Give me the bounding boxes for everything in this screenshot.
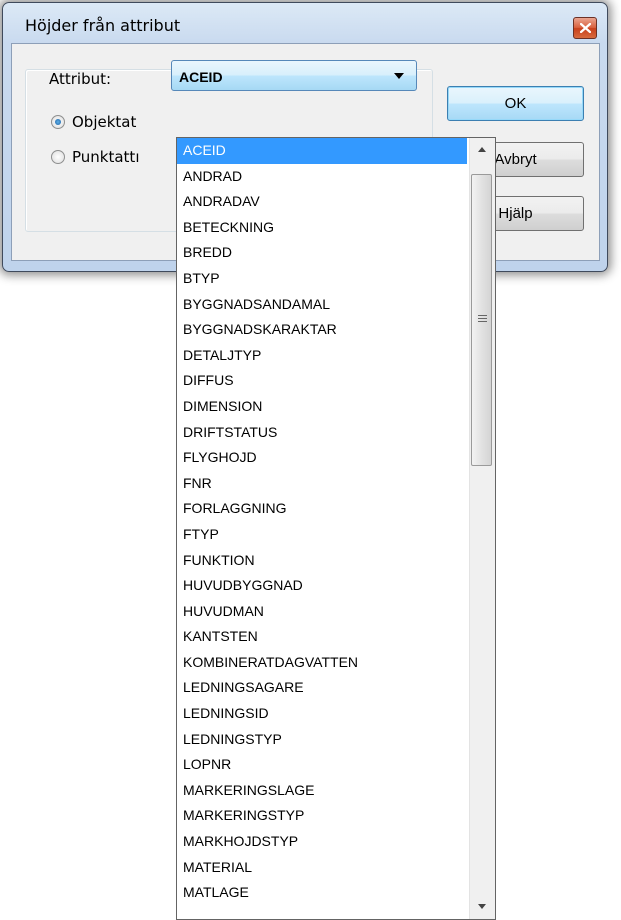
list-item[interactable]: DRIFTSTATUS	[177, 420, 467, 446]
list-item[interactable]: DIMENSION	[177, 394, 467, 420]
list-item[interactable]: MARKERINGSTYP	[177, 803, 467, 829]
window-title: Höjder från attribut	[25, 16, 181, 35]
scrollbar-thumb[interactable]	[471, 174, 492, 466]
list-item[interactable]: DETALJTYP	[177, 343, 467, 369]
radio-button-checked[interactable]	[51, 115, 65, 129]
list-item[interactable]: KOMBINERATDAGVATTEN	[177, 650, 467, 676]
list-item[interactable]: ANDRAD	[177, 164, 467, 190]
dropdown-items: ACEID ANDRAD ANDRADAV BETECKNING BREDD BTYP BY…	[177, 138, 467, 906]
scroll-up-button[interactable]	[470, 138, 495, 162]
attribute-combobox-value: ACEID	[179, 69, 223, 85]
title-bar[interactable]: Höjder från attribut	[3, 3, 607, 43]
list-item[interactable]: ANDRADAV	[177, 189, 467, 215]
list-item[interactable]: LEDNINGSTYP	[177, 727, 467, 753]
list-item[interactable]: MARKHOJDSTYP	[177, 829, 467, 855]
scroll-down-button[interactable]	[470, 895, 495, 919]
attribute-dropdown-list[interactable]: ACEID ANDRAD ANDRADAV BETECKNING BREDD BTYP BY…	[176, 137, 496, 920]
radio-button-unchecked[interactable]	[51, 150, 65, 164]
list-item[interactable]: BYGGNADSANDAMAL	[177, 292, 467, 318]
list-item[interactable]: FNR	[177, 471, 467, 497]
list-item[interactable]: DIFFUS	[177, 368, 467, 394]
attribute-label: Attribut:	[49, 70, 112, 88]
ok-button[interactable]: OK	[447, 86, 584, 121]
chevron-down-icon	[394, 73, 404, 79]
list-item[interactable]: ACEID	[177, 138, 467, 164]
list-item[interactable]: MATLAGE	[177, 880, 467, 906]
list-item[interactable]: HUVUDMAN	[177, 599, 467, 625]
attribute-combobox[interactable]: ACEID	[171, 60, 417, 91]
list-item[interactable]: LEDNINGSID	[177, 701, 467, 727]
thumb-grip-icon	[478, 315, 487, 324]
close-button[interactable]	[573, 17, 597, 39]
vertical-scrollbar[interactable]	[469, 138, 495, 919]
list-item[interactable]: BYGGNADSKARAKTAR	[177, 317, 467, 343]
list-item[interactable]: LEDNINGSAGARE	[177, 675, 467, 701]
list-item[interactable]: BETECKNING	[177, 215, 467, 241]
list-item[interactable]: FUNKTION	[177, 548, 467, 574]
radio-object-label: Objektat	[72, 113, 137, 131]
list-item[interactable]: LOPNR	[177, 752, 467, 778]
list-item[interactable]: MARKERINGSLAGE	[177, 778, 467, 804]
arrow-up-icon	[478, 147, 486, 152]
list-item[interactable]: BTYP	[177, 266, 467, 292]
list-item[interactable]: FORLAGGNING	[177, 496, 467, 522]
arrow-down-icon	[478, 904, 486, 909]
list-item[interactable]: FTYP	[177, 522, 467, 548]
list-item[interactable]: KANTSTEN	[177, 624, 467, 650]
list-item[interactable]: HUVUDBYGGNAD	[177, 573, 467, 599]
list-item[interactable]: MATERIAL	[177, 855, 467, 881]
close-icon	[580, 23, 591, 33]
radio-point-label: Punktattı	[72, 148, 140, 166]
list-item[interactable]: FLYGHOJD	[177, 445, 467, 471]
list-item[interactable]: BREDD	[177, 240, 467, 266]
